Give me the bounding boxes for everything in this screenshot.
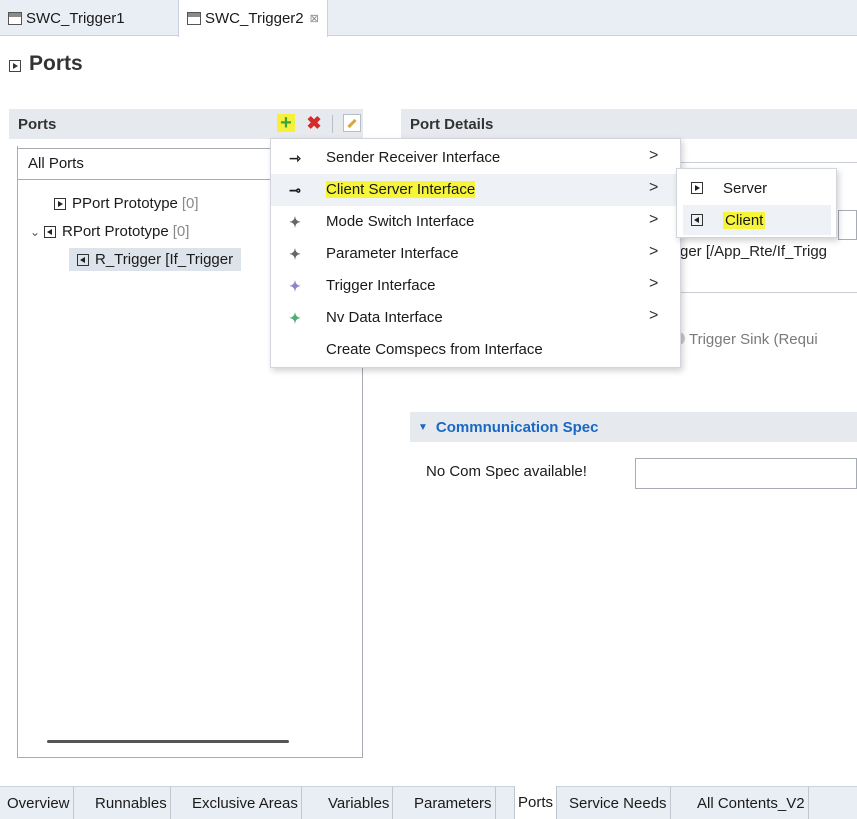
trigger-sink-option[interactable]: Trigger Sink (Requi (672, 331, 818, 348)
client-port-icon (691, 214, 703, 226)
tree-item-rport[interactable]: ⌄ RPort Prototype [0] (30, 223, 189, 240)
menu-item-create-comspecs[interactable]: Create Comspecs from Interface (271, 334, 682, 366)
nv-data-icon: ✦ (289, 309, 301, 326)
editor-page-tabs: Overview Runnables Exclusive Areas Varia… (0, 786, 857, 819)
menu-item-sender-receiver[interactable]: ⇾ Sender Receiver Interface > (271, 142, 682, 174)
tab-label: SWC_Trigger2 (205, 10, 304, 27)
editor-tab-bar: SWC_Trigger1 SWC_Trigger2 ⊠ (0, 0, 857, 37)
chevron-right-icon: > (649, 275, 659, 292)
close-icon[interactable]: ⊠ (310, 12, 319, 25)
chevron-right-icon: > (649, 211, 659, 228)
menu-item-label: Nv Data Interface (326, 309, 443, 326)
page-title-text: Ports (29, 52, 83, 75)
menu-item-label: Parameter Interface (326, 245, 459, 262)
rport-icon (77, 253, 89, 266)
collapse-toggle-icon[interactable] (9, 60, 21, 72)
detail-field[interactable] (838, 210, 857, 240)
tab-label: SWC_Trigger1 (26, 9, 125, 27)
tab-runnables[interactable]: Runnables (92, 787, 171, 819)
tree-item-r-trigger[interactable]: R_Trigger [If_Trigger (69, 248, 242, 271)
chevron-right-icon: > (649, 243, 659, 260)
component-icon (187, 12, 201, 25)
toolbar-separator (332, 115, 333, 133)
menu-item-trigger[interactable]: ✦ Trigger Interface > (271, 270, 682, 302)
server-port-icon (691, 182, 703, 194)
ports-filter-value: All Ports (28, 155, 84, 172)
add-port-context-menu: ⇾ Sender Receiver Interface > ⊸ Client S… (270, 138, 682, 368)
menu-item-parameter[interactable]: ✦ Parameter Interface > (271, 238, 682, 270)
chevron-right-icon: > (649, 307, 659, 324)
menu-item-label: Mode Switch Interface (326, 213, 475, 230)
tree-item-count: [0] (172, 223, 190, 240)
client-server-submenu: Server Client (676, 168, 837, 238)
tab-service-needs[interactable]: Service Needs (566, 787, 671, 819)
sender-receiver-icon: ⇾ (289, 149, 301, 166)
tree-item-label: PPort Prototype (72, 195, 178, 212)
menu-item-label: Client Server Interface (326, 181, 476, 198)
ports-filter-select[interactable]: All Ports (17, 148, 307, 180)
tree-item-label: R_Trigger [If_Trigger (95, 251, 234, 268)
delete-port-button[interactable]: ✖ (305, 113, 323, 133)
tab-variables[interactable]: Variables (325, 787, 394, 819)
submenu-item-label: Client (723, 211, 766, 229)
horizontal-scrollbar[interactable] (47, 740, 289, 743)
chevron-right-icon: > (649, 179, 659, 196)
submenu-item-server[interactable]: Server (683, 173, 831, 203)
chevron-down-icon[interactable]: ⌄ (30, 225, 44, 239)
ports-section-title: Ports (18, 115, 57, 133)
tab-swc-trigger2[interactable]: SWC_Trigger2 ⊠ (178, 0, 328, 37)
rport-icon (44, 225, 56, 238)
edit-port-button[interactable] (343, 114, 361, 132)
trigger-icon: ✦ (289, 277, 301, 294)
ports-section-header: Ports + ✖ (9, 109, 363, 139)
comm-spec-title: Commnunication Spec (435, 418, 599, 436)
tab-exclusive-areas[interactable]: Exclusive Areas (189, 787, 302, 819)
no-comspec-label: No Com Spec available! (426, 463, 587, 480)
client-server-icon: ⊸ (289, 181, 301, 198)
tab-overview[interactable]: Overview (4, 787, 74, 819)
trigger-sink-label: Trigger Sink (Requi (689, 331, 818, 348)
submenu-item-label: Server (723, 179, 768, 197)
mode-switch-icon: ✦ (289, 213, 301, 230)
tab-parameters[interactable]: Parameters (411, 787, 496, 819)
menu-item-client-server[interactable]: ⊸ Client Server Interface > (271, 174, 682, 206)
comspec-field[interactable] (635, 458, 857, 489)
chevron-right-icon: > (649, 147, 659, 164)
tree-item-label: RPort Prototype (62, 223, 169, 240)
menu-item-label: Create Comspecs from Interface (326, 341, 543, 358)
menu-item-mode-switch[interactable]: ✦ Mode Switch Interface > (271, 206, 682, 238)
tab-all-contents[interactable]: All Contents_V2 (694, 787, 809, 819)
port-details-title: Port Details (410, 115, 494, 133)
interface-reference: ger [/App_Rte/If_Trigg (680, 243, 828, 260)
parameter-icon: ✦ (289, 245, 301, 262)
port-details-header: Port Details (401, 109, 857, 139)
pport-icon (54, 197, 66, 210)
detail-divider (680, 162, 857, 163)
component-icon (8, 11, 22, 25)
tree-item-pport[interactable]: PPort Prototype [0] (40, 195, 199, 212)
menu-item-label: Trigger Interface (326, 277, 436, 294)
page-title: Ports (9, 52, 83, 76)
menu-item-label: Sender Receiver Interface (326, 149, 501, 166)
submenu-item-client[interactable]: Client (683, 205, 831, 235)
comm-spec-header[interactable]: ▼ Commnunication Spec (410, 412, 857, 442)
tab-ports[interactable]: Ports (514, 786, 558, 819)
detail-divider (680, 292, 857, 293)
caret-down-icon: ▼ (418, 421, 428, 433)
menu-item-nv-data[interactable]: ✦ Nv Data Interface > (271, 302, 682, 334)
tab-swc-trigger1[interactable]: SWC_Trigger1 (0, 0, 133, 36)
tree-item-count: [0] (181, 195, 199, 212)
add-port-button[interactable]: + (277, 113, 295, 133)
